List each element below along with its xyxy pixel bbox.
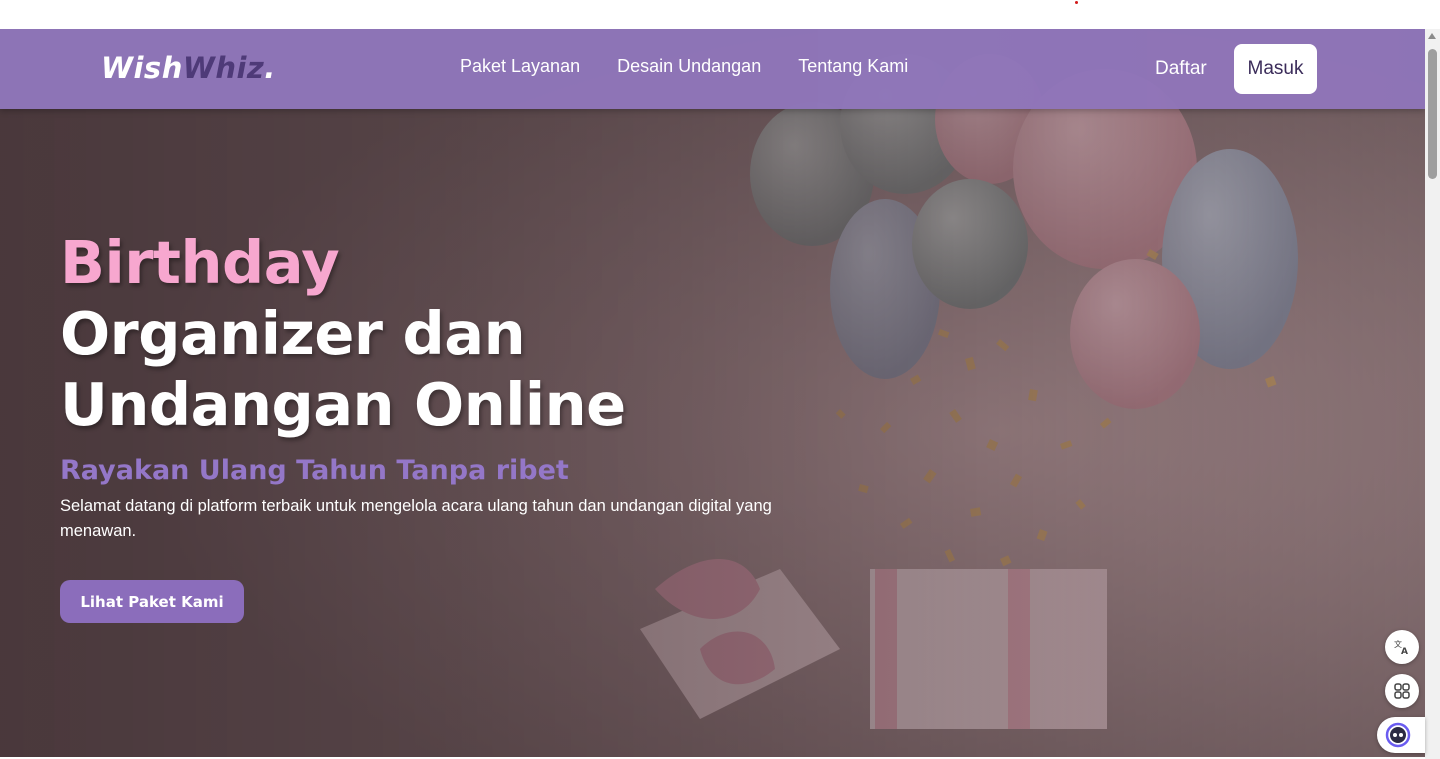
apps-grid-icon [1394,683,1410,699]
nav-link-paket-layanan[interactable]: Paket Layanan [460,55,580,77]
hero-headline: Birthday Organizer dan Undangan Online [60,227,820,440]
headline-line-organizer: Organizer dan [60,299,526,368]
svg-text:A: A [1401,647,1408,656]
headline-line-birthday: Birthday [60,228,340,297]
daftar-link[interactable]: Daftar [1155,58,1207,80]
nav-links: Paket Layanan Desain Undangan Tentang Ka… [460,55,908,77]
logo-part-whiz: Whiz [182,51,265,85]
translate-icon: 文 A [1394,639,1408,656]
nav-link-tentang-kami[interactable]: Tentang Kami [798,55,908,77]
navbar: WishWhiz. Paket Layanan Desain Undangan … [0,29,1425,109]
nav-link-desain-undangan[interactable]: Desain Undangan [617,55,761,77]
hero-subheadline: Rayakan Ulang Tahun Tanpa ribet [60,455,569,486]
indicator-dot [1075,1,1078,4]
logo[interactable]: WishWhiz. [101,49,276,87]
headline-line-undangan: Undangan Online [60,370,626,439]
translate-button[interactable]: 文 A [1385,630,1419,664]
scrollbar[interactable] [1425,29,1440,759]
hero-text: Birthday Organizer dan Undangan Online R… [60,227,820,544]
assistant-icon [1385,722,1411,748]
browser-top-strip [0,0,1440,29]
scrollbar-thumb[interactable] [1428,49,1437,179]
page-viewport: WishWhiz. Paket Layanan Desain Undangan … [0,29,1425,759]
logo-dot: . [264,51,276,85]
apps-button[interactable] [1385,674,1419,708]
scroll-up-arrow-icon[interactable] [1428,33,1436,39]
masuk-button[interactable]: Masuk [1234,44,1317,94]
hero-description: Selamat datang di platform terbaik untuk… [60,497,772,540]
assistant-button[interactable] [1377,717,1425,753]
logo-part-wish: Wish [101,51,183,85]
lihat-paket-button[interactable]: Lihat Paket Kami [60,580,244,623]
